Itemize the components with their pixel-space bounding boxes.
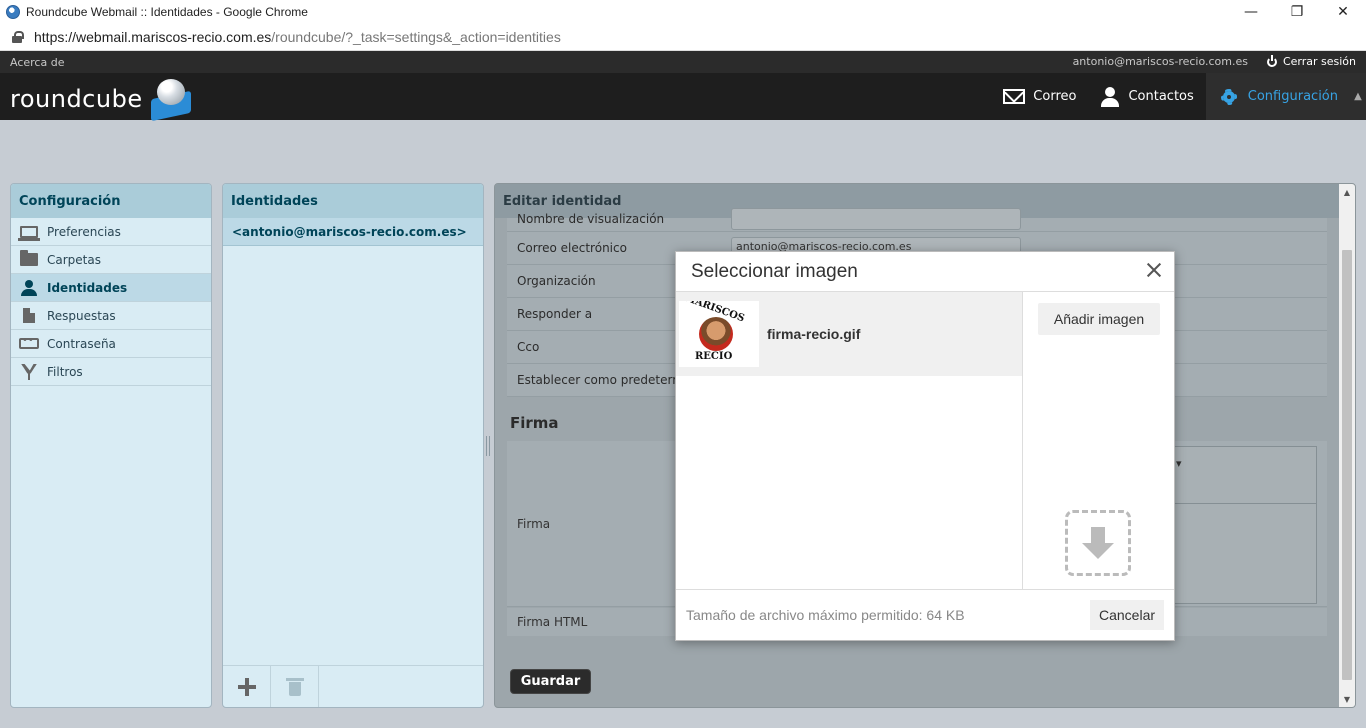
- identities-title: Identidades: [223, 184, 483, 218]
- settings-item-folders[interactable]: Carpetas: [11, 246, 211, 274]
- settings-item-password[interactable]: Contraseña: [11, 330, 211, 358]
- header: roundcube Correo Contactos Configuración…: [0, 73, 1366, 122]
- close-icon[interactable]: [1146, 262, 1162, 278]
- task-nav: Correo Contactos Configuración ▲: [991, 73, 1366, 120]
- window-controls: — ❐ ✕: [1228, 0, 1366, 24]
- save-button[interactable]: Guardar: [510, 669, 591, 694]
- image-thumbnail: MARISCOS RECIO: [679, 301, 759, 367]
- logout-label: Cerrar sesión: [1282, 55, 1356, 68]
- mail-icon: [1003, 89, 1026, 104]
- minimize-icon[interactable]: —: [1228, 0, 1274, 24]
- document-icon: [23, 308, 35, 323]
- image-filename: firma-recio.gif: [767, 326, 861, 342]
- identities-panel: Identidades <antonio@mariscos-recio.com.…: [222, 183, 484, 708]
- close-icon[interactable]: ✕: [1320, 0, 1366, 24]
- top-line: Acerca de antonio@mariscos-recio.com.es …: [0, 51, 1366, 73]
- scroll-up-icon[interactable]: ▲: [1339, 184, 1355, 200]
- logo-cube-icon: [145, 77, 195, 122]
- signature-label: Firma: [517, 517, 551, 531]
- identities-footer: [223, 665, 483, 707]
- image-list-item[interactable]: MARISCOS RECIO firma-recio.gif: [676, 292, 1022, 376]
- user-icon: [21, 279, 37, 296]
- form-row-name: Nombre de visualización: [507, 208, 1327, 232]
- settings-item-label: Respuestas: [47, 308, 116, 323]
- nav-settings-label: Configuración: [1247, 89, 1338, 104]
- download-arrow-icon: [1091, 527, 1105, 543]
- nav-contacts-label: Contactos: [1128, 89, 1194, 104]
- address-bar[interactable]: https://webmail.mariscos-recio.com.es/ro…: [0, 24, 1366, 51]
- folder-icon: [20, 250, 38, 266]
- nav-mail-label: Correo: [1033, 89, 1077, 104]
- nav-mail[interactable]: Correo: [991, 73, 1088, 120]
- filter-icon: [21, 364, 37, 380]
- edit-scrollbar[interactable]: ▲ ▼: [1339, 184, 1355, 707]
- plus-icon: [237, 678, 256, 696]
- panel-splitter[interactable]: [486, 436, 490, 456]
- window-title: Roundcube Webmail :: Identidades - Googl…: [26, 5, 308, 19]
- power-icon: [1266, 54, 1277, 67]
- trash-icon: [285, 678, 304, 696]
- identity-row[interactable]: <antonio@mariscos-recio.com.es>: [223, 218, 483, 246]
- settings-title: Configuración: [11, 184, 211, 218]
- settings-item-identities[interactable]: Identidades: [11, 274, 211, 302]
- lock-icon[interactable]: [12, 31, 24, 43]
- url-host: https://webmail.mariscos-recio.com.es: [34, 29, 272, 45]
- nav-settings[interactable]: Configuración: [1205, 73, 1350, 120]
- image-list: MARISCOS RECIO firma-recio.gif: [676, 292, 1023, 590]
- signature-section-title: Firma: [510, 414, 559, 432]
- url-path: /roundcube/?_task=settings&_action=ident…: [271, 29, 561, 45]
- scroll-down-icon[interactable]: ▼: [1339, 691, 1355, 707]
- monitor-icon: [18, 225, 40, 241]
- add-image-button[interactable]: Añadir imagen: [1038, 303, 1160, 335]
- dialog-title: Seleccionar imagen: [676, 252, 1174, 292]
- nav-contacts[interactable]: Contactos: [1088, 73, 1205, 120]
- logout-button[interactable]: Cerrar sesión: [1266, 54, 1356, 68]
- gear-icon: [1218, 86, 1240, 108]
- roundcube-favicon-icon: [6, 5, 20, 19]
- max-size-text: Tamaño de archivo máximo permitido: 64 K…: [686, 607, 965, 623]
- logo-text: roundcube: [10, 85, 143, 113]
- dialog-footer: Tamaño de archivo máximo permitido: 64 K…: [676, 589, 1174, 640]
- settings-item-preferences[interactable]: Preferencias: [11, 218, 211, 246]
- add-identity-button[interactable]: [223, 666, 271, 707]
- name-field[interactable]: [731, 208, 1021, 230]
- settings-item-filters[interactable]: Filtros: [11, 358, 211, 386]
- cancel-button[interactable]: Cancelar: [1090, 600, 1164, 630]
- settings-item-label: Contraseña: [47, 336, 116, 351]
- field-label: Nombre de visualización: [517, 211, 665, 226]
- browser-titlebar: Roundcube Webmail :: Identidades - Googl…: [0, 0, 1366, 24]
- upload-drop-zone[interactable]: [1065, 510, 1131, 576]
- settings-item-label: Filtros: [47, 364, 83, 379]
- username: antonio@mariscos-recio.com.es: [1072, 55, 1248, 68]
- settings-panel: Configuración Preferencias Carpetas Iden…: [10, 183, 212, 708]
- scroll-thumb[interactable]: [1342, 250, 1352, 680]
- collapse-header-icon[interactable]: ▲: [1350, 73, 1366, 120]
- settings-item-label: Preferencias: [47, 224, 121, 239]
- thumb-bottom-text: RECIO: [695, 351, 733, 362]
- password-icon: [19, 335, 39, 349]
- roundcube-logo[interactable]: roundcube: [10, 77, 195, 122]
- logo-face-icon: [699, 317, 733, 351]
- about-link[interactable]: Acerca de: [10, 56, 64, 69]
- settings-item-label: Carpetas: [47, 252, 101, 267]
- url-text[interactable]: https://webmail.mariscos-recio.com.es/ro…: [34, 29, 561, 45]
- contacts-icon: [1100, 86, 1120, 107]
- settings-item-label: Identidades: [47, 280, 128, 295]
- settings-item-responses[interactable]: Respuestas: [11, 302, 211, 330]
- delete-identity-button[interactable]: [271, 666, 319, 707]
- select-image-dialog: Seleccionar imagen MARISCOS RECIO firma-…: [675, 251, 1175, 641]
- restore-icon[interactable]: ❐: [1274, 0, 1320, 24]
